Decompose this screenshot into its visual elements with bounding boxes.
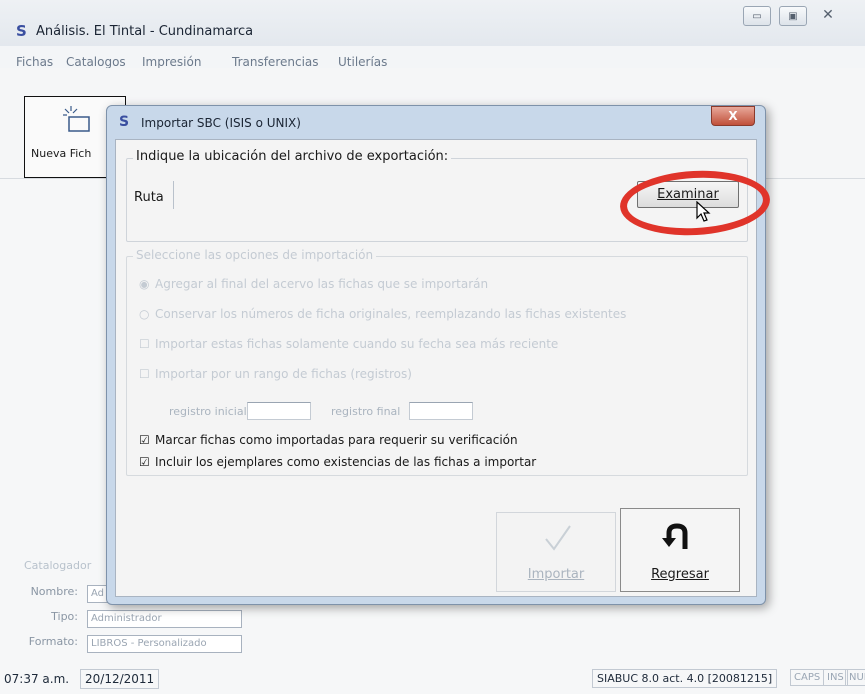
import-options-title: Seleccione las opciones de importación <box>133 248 377 262</box>
registro-inicial-label: registro inicial <box>169 405 247 418</box>
status-date: 20/12/2011 <box>80 669 160 689</box>
examinar-button[interactable]: Examinar <box>637 181 739 208</box>
option-marcar-label: Marcar fichas como importadas para reque… <box>155 433 518 447</box>
regresar-label: Regresar <box>651 567 709 582</box>
app-logo-icon: S <box>16 22 27 40</box>
dialog-title: Importar SBC (ISIS o UNIX) <box>141 116 301 130</box>
catalogador-legend: Catalogador <box>24 559 92 572</box>
maximize-button[interactable]: ▣ <box>779 6 807 26</box>
checkmark-icon <box>543 523 573 558</box>
option-rango-label: Importar por un rango de fichas (registr… <box>155 367 412 381</box>
dialog-close-button[interactable]: X <box>711 106 755 126</box>
option-rango-checkbox[interactable]: ☐ Importar por un rango de fichas (regist… <box>139 367 412 381</box>
menu-bar: Fichas Catalogos Impresión Transferencia… <box>0 46 865 69</box>
import-options-group: Seleccione las opciones de importación ◉… <box>126 248 748 476</box>
registro-inicial-input[interactable] <box>247 402 311 420</box>
checkbox-icon: ☐ <box>139 367 150 381</box>
formato-label: Formato: <box>28 635 78 648</box>
option-agregar-label: Agregar al final del acervo las fichas q… <box>155 277 489 291</box>
importar-sbc-dialog: S Importar SBC (ISIS o UNIX) X Indique l… <box>106 105 772 605</box>
regresar-button[interactable]: Regresar <box>620 508 740 592</box>
registro-final-input[interactable] <box>409 402 473 420</box>
option-marcar-checkbox[interactable]: ☑ Marcar fichas como importadas para requ… <box>139 433 518 447</box>
examinar-label: Examinar <box>657 187 719 202</box>
registro-final-label: registro final <box>331 405 401 418</box>
location-group: Indique la ubicación del archivo de expo… <box>126 149 772 242</box>
menu-transferencias[interactable]: Transferencias <box>232 55 319 69</box>
main-title-bar: S Análisis. El Tintal - Cundinamarca ▭ ▣… <box>0 0 865 46</box>
checkbox-checked-icon: ☑ <box>139 433 150 447</box>
status-bar: 07:37 a.m. 20/12/2011 SIABUC 8.0 act. 4.… <box>0 664 865 694</box>
option-fecha-checkbox[interactable]: ☐ Importar estas fichas solamente cuando … <box>139 337 558 351</box>
menu-utilerias[interactable]: Utilerías <box>338 55 387 69</box>
status-time: 07:37 a.m. <box>4 672 70 686</box>
status-version: SIABUC 8.0 act. 4.0 [20081215] <box>592 669 778 688</box>
nueva-ficha-label: Nueva Fich <box>31 147 92 160</box>
menu-fichas[interactable]: Fichas <box>16 55 53 69</box>
checkbox-checked-icon: ☑ <box>139 455 150 469</box>
num-indicator: NUM <box>845 669 865 686</box>
window-title: Análisis. El Tintal - Cundinamarca <box>36 24 254 39</box>
range-row: registro inicial registro final <box>169 402 473 420</box>
option-conservar-radio[interactable]: ○ Conservar los números de ficha original… <box>139 307 626 321</box>
option-incluir-checkbox[interactable]: ☑ Incluir los ejemplares como existencias… <box>139 455 536 469</box>
dialog-title-bar: S Importar SBC (ISIS o UNIX) X <box>107 106 765 134</box>
dialog-body: Indique la ubicación del archivo de expo… <box>115 139 772 597</box>
tipo-field: Administrador <box>87 610 242 628</box>
importar-button[interactable]: Importar <box>496 512 616 592</box>
radio-icon: ○ <box>139 307 150 321</box>
importar-label: Importar <box>527 567 585 582</box>
window-controls: ▭ ▣ ✕ <box>743 6 841 26</box>
ruta-input[interactable] <box>173 181 633 209</box>
option-agregar-radio[interactable]: ◉ Agregar al final del acervo las fichas … <box>139 277 488 291</box>
dialog-logo-icon: S <box>119 114 130 130</box>
minimize-button[interactable]: ▭ <box>743 6 771 26</box>
caps-indicator: CAPS <box>790 669 825 686</box>
ruta-label: Ruta <box>134 190 164 205</box>
nombre-label: Nombre: <box>30 585 78 598</box>
new-document-icon <box>63 105 93 142</box>
dialog-actions: Importar Regresar <box>496 508 740 592</box>
checkbox-icon: ☐ <box>139 337 150 351</box>
formato-field: LIBROS - Personalizado <box>87 635 242 653</box>
radio-selected-icon: ◉ <box>139 277 150 291</box>
return-arrow-icon <box>661 521 695 561</box>
option-fecha-label: Importar estas fichas solamente cuando s… <box>155 337 559 351</box>
menu-catalogos[interactable]: Catalogos <box>66 55 126 69</box>
menu-impresion[interactable]: Impresión <box>142 55 201 69</box>
location-group-title: Indique la ubicación del archivo de expo… <box>133 149 452 164</box>
tipo-label: Tipo: <box>51 610 78 623</box>
option-incluir-label: Incluir los ejemplares como existencias … <box>155 455 537 469</box>
close-window-button[interactable]: ✕ <box>815 6 841 24</box>
option-conservar-label: Conservar los números de ficha originale… <box>155 307 627 321</box>
